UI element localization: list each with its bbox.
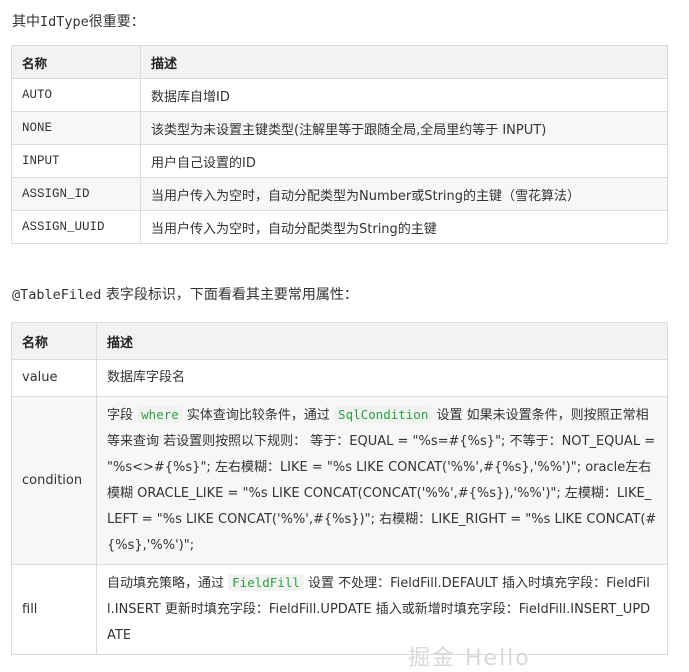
tablefield-table: 名称 描述 value 数据库字段名 condition 字段 where 实体… <box>11 322 668 655</box>
cell-desc: 当用户传入为空时，自动分配类型为String的主键 <box>140 210 668 244</box>
cell-desc: 该类型为未设置主键类型(注解里等于跟随全局,全局里约等于 INPUT) <box>140 111 668 145</box>
table-row: value 数据库字段名 <box>11 359 668 397</box>
inline-code: SqlCondition <box>334 406 433 423</box>
header-desc: 描述 <box>96 322 668 360</box>
cell-name: AUTO <box>11 78 141 112</box>
header-desc: 描述 <box>140 45 668 79</box>
cell-name: fill <box>11 564 97 655</box>
table-row: ASSIGN_ID 当用户传入为空时，自动分配类型为Number或String的… <box>11 177 668 211</box>
cell-desc: 当用户传入为空时，自动分配类型为Number或String的主键（雪花算法） <box>140 177 668 211</box>
cell-desc: 数据库自增ID <box>140 78 668 112</box>
cell-desc: 字段 where 实体查询比较条件，通过 SqlCondition 设置 如果未… <box>96 396 668 565</box>
cell-name: ASSIGN_ID <box>11 177 141 211</box>
table-row: INPUT 用户自己设置的ID <box>11 144 668 178</box>
idtype-table: 名称 描述 AUTO 数据库自增ID NONE 该类型为未设置主键类型(注解里等… <box>11 45 668 244</box>
table-row: NONE 该类型为未设置主键类型(注解里等于跟随全局,全局里约等于 INPUT) <box>11 111 668 145</box>
cell-name: NONE <box>11 111 141 145</box>
cell-name: value <box>11 359 97 397</box>
intro-text: 表字段标识，下面看看其主要常用属性： <box>101 287 358 303</box>
inline-code: where <box>137 406 183 423</box>
table-header-row: 名称 描述 <box>11 45 668 79</box>
idtype-intro: 其中IdType很重要： <box>12 12 145 32</box>
inline-code: @TableFiled <box>12 287 102 303</box>
tablefield-intro: @TableFiled 表字段标识，下面看看其主要常用属性： <box>12 285 358 305</box>
table-row: ASSIGN_UUID 当用户传入为空时，自动分配类型为String的主键 <box>11 210 668 244</box>
watermark: 掘金 Hello <box>408 646 531 671</box>
intro-text: 其中 <box>12 14 40 30</box>
cell-desc: 自动填充策略，通过 FieldFill 设置 不处理：FieldFill.DEF… <box>96 564 668 655</box>
cell-name: ASSIGN_UUID <box>11 210 141 244</box>
table-row: AUTO 数据库自增ID <box>11 78 668 112</box>
table-row: fill 自动填充策略，通过 FieldFill 设置 不处理：FieldFil… <box>11 564 668 655</box>
cell-desc: 用户自己设置的ID <box>140 144 668 178</box>
table-row: condition 字段 where 实体查询比较条件，通过 SqlCondit… <box>11 396 668 565</box>
header-name: 名称 <box>11 322 97 360</box>
header-name: 名称 <box>11 45 141 79</box>
intro-text: 很重要： <box>88 14 145 30</box>
cell-desc: 数据库字段名 <box>96 359 668 397</box>
inline-code: IdType <box>40 14 89 30</box>
cell-name: INPUT <box>11 144 141 178</box>
table-header-row: 名称 描述 <box>11 322 668 360</box>
inline-code: FieldFill <box>228 574 304 591</box>
cell-name: condition <box>11 396 97 565</box>
